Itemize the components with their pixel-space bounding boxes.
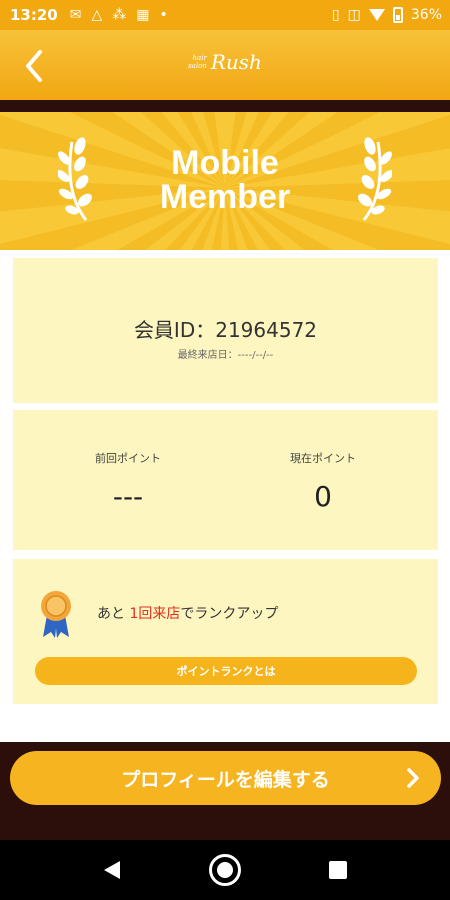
previous-points: 前回ポイント --- — [28, 450, 228, 513]
laurel-right-icon — [358, 137, 392, 221]
mail-icon: ✉ — [69, 7, 82, 23]
logo-small-text: hair salon — [188, 54, 207, 70]
current-points-value: 0 — [314, 480, 332, 513]
current-points: 現在ポイント 0 — [223, 450, 423, 513]
previous-points-label: 前回ポイント — [95, 452, 161, 465]
bottom-bar: プロフィールを編集する — [0, 742, 450, 840]
rank-up-message: あと 1回来店でランクアップ — [97, 606, 279, 622]
share-icon: ⁂ — [112, 7, 127, 23]
rotate-icon: ◫ — [347, 7, 361, 23]
status-time: 13:20 — [10, 6, 58, 24]
nav-recents-icon[interactable] — [329, 861, 347, 879]
salon-logo: hair salon Rush — [0, 50, 450, 74]
battery-percent: 36% — [410, 7, 442, 23]
battery-icon — [392, 7, 403, 23]
app-bar: hair salon Rush — [0, 30, 450, 100]
points-card: 前回ポイント --- 現在ポイント 0 — [13, 410, 438, 550]
member-id-card: 会員ID：21964572 最終来店日：----/--/-- — [13, 258, 438, 403]
vibrate-icon: ▯ — [331, 7, 340, 23]
store-icon: ▦ — [136, 7, 150, 23]
last-visit-date: 最終来店日：----/--/-- — [177, 350, 274, 361]
logo-name: Rush — [210, 50, 262, 74]
status-right: ▯ ◫ 36% — [332, 0, 442, 30]
medal-icon — [41, 591, 71, 638]
system-nav-bar — [0, 840, 450, 900]
wifi-icon — [368, 9, 385, 21]
chevron-right-icon — [407, 768, 419, 788]
nav-back-icon[interactable] — [104, 861, 120, 879]
hero-banner: Mobile Member — [0, 112, 450, 250]
point-rank-info-button[interactable]: ポイントランクとは — [35, 657, 417, 685]
edit-profile-label: プロフィールを編集する — [121, 768, 330, 791]
rank-card: あと 1回来店でランクアップ ポイントランクとは — [13, 559, 438, 704]
dot-icon: • — [159, 7, 168, 23]
header-divider — [0, 100, 450, 112]
edit-profile-button[interactable]: プロフィールを編集する — [10, 751, 441, 805]
status-bar: 13:20 ✉ △ ⁂ ▦ • ▯ ◫ 36% — [0, 0, 450, 30]
previous-points-value: --- — [112, 480, 144, 513]
visits-remaining: 1回来店 — [129, 606, 181, 622]
drive-icon: △ — [91, 7, 103, 23]
nav-home-icon[interactable] — [209, 854, 241, 886]
current-points-label: 現在ポイント — [290, 452, 356, 465]
member-id: 会員ID：21964572 — [133, 318, 318, 342]
